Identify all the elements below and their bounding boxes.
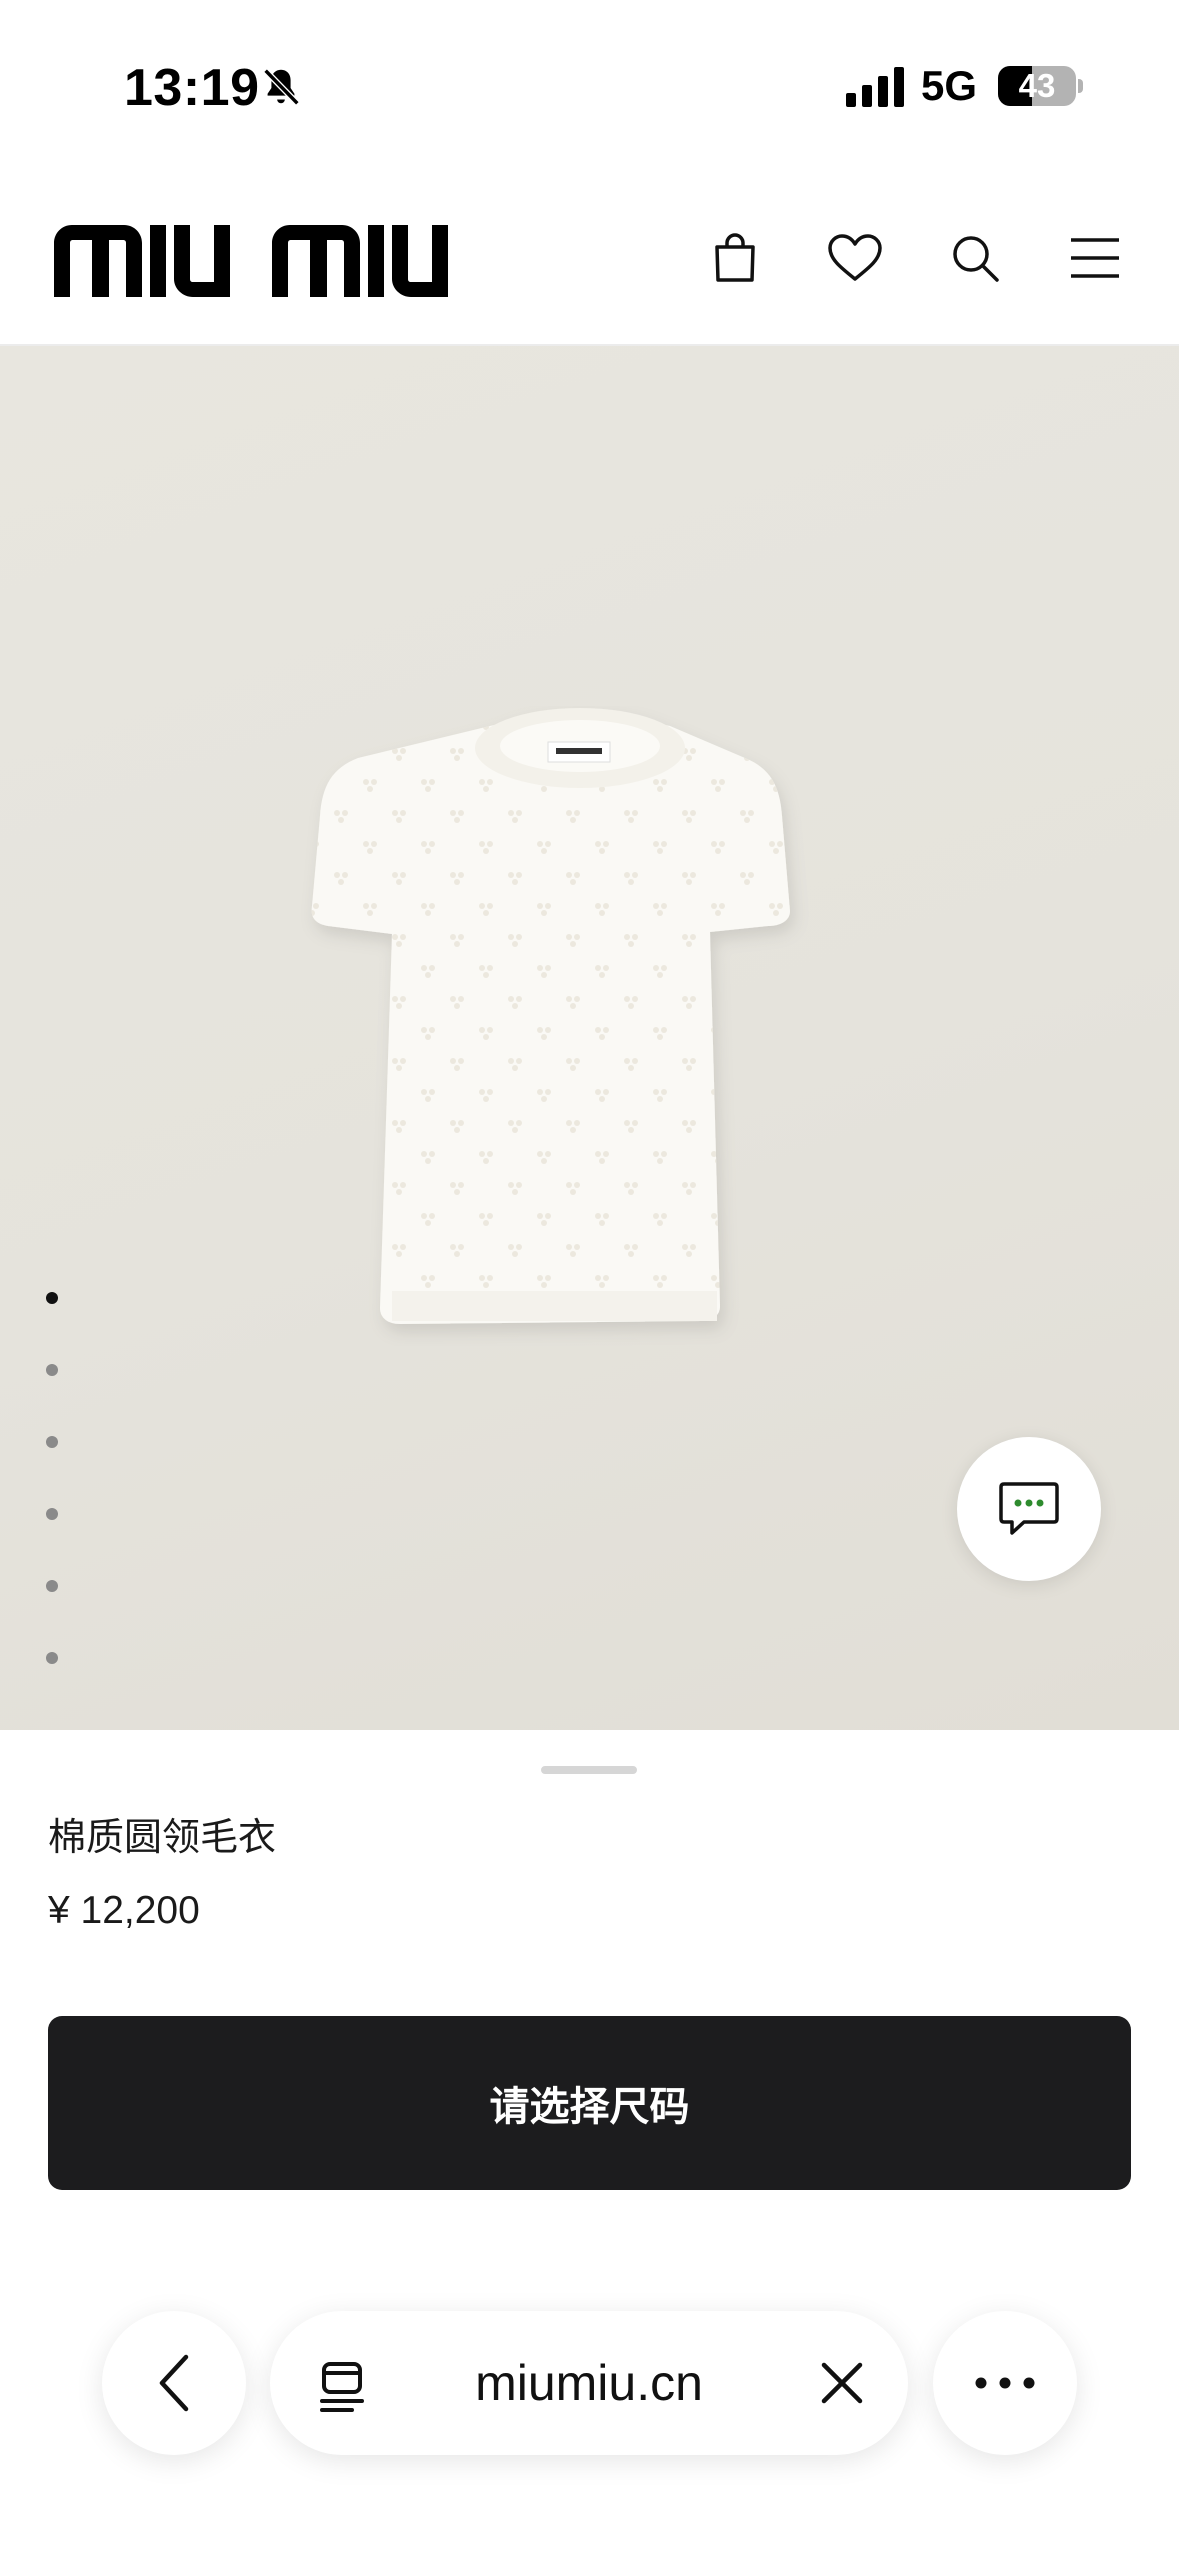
search-icon: [953, 236, 999, 282]
cellular-signal-icon: [846, 67, 904, 107]
gallery-dot[interactable]: [46, 1508, 58, 1520]
more-horizontal-icon: [975, 2377, 1035, 2389]
network-type: 5G: [921, 62, 978, 109]
menu-icon: [1071, 238, 1119, 278]
wishlist-button[interactable]: [820, 223, 890, 293]
back-button[interactable]: [102, 2311, 246, 2455]
chevron-left-icon: [159, 2354, 189, 2412]
product-price: ¥ 12,200: [48, 1889, 200, 1932]
battery-cap: [1078, 79, 1083, 93]
heart-icon: [828, 234, 882, 281]
battery-indicator: 43: [998, 66, 1076, 106]
site-header: [0, 175, 1179, 346]
status-bar: 13:19 5G 43: [0, 0, 1179, 175]
gallery-dot[interactable]: [46, 1292, 58, 1304]
chat-button[interactable]: [957, 1437, 1101, 1581]
product-gallery[interactable]: [0, 346, 1179, 1730]
gallery-pagination: [46, 1292, 62, 1724]
status-time: 13:19: [124, 59, 260, 117]
product-image-sweater[interactable]: [290, 706, 870, 1346]
gallery-dot[interactable]: [46, 1580, 58, 1592]
menu-button[interactable]: [1060, 223, 1130, 293]
gallery-dot[interactable]: [46, 1652, 58, 1664]
select-size-button[interactable]: 请选择尺码: [48, 2016, 1131, 2190]
tabs-icon[interactable]: [316, 2361, 368, 2413]
close-icon[interactable]: [818, 2359, 866, 2407]
shopping-bag-button[interactable]: [700, 223, 770, 293]
battery-level: 43: [1018, 67, 1056, 104]
gallery-dot[interactable]: [46, 1436, 58, 1448]
more-options-button[interactable]: [933, 2311, 1077, 2455]
bell-slash-icon: [263, 68, 300, 106]
product-name: 棉质圆领毛衣: [48, 1815, 277, 1859]
miu-miu-logo[interactable]: [54, 225, 499, 297]
gallery-dot[interactable]: [46, 1364, 58, 1376]
shopping-bag-icon: [715, 233, 755, 282]
address-bar[interactable]: miumiu.cn: [270, 2311, 908, 2455]
chat-bubble-icon: [999, 1482, 1059, 1535]
sheet-handle[interactable]: [541, 1766, 637, 1774]
search-button[interactable]: [940, 223, 1010, 293]
